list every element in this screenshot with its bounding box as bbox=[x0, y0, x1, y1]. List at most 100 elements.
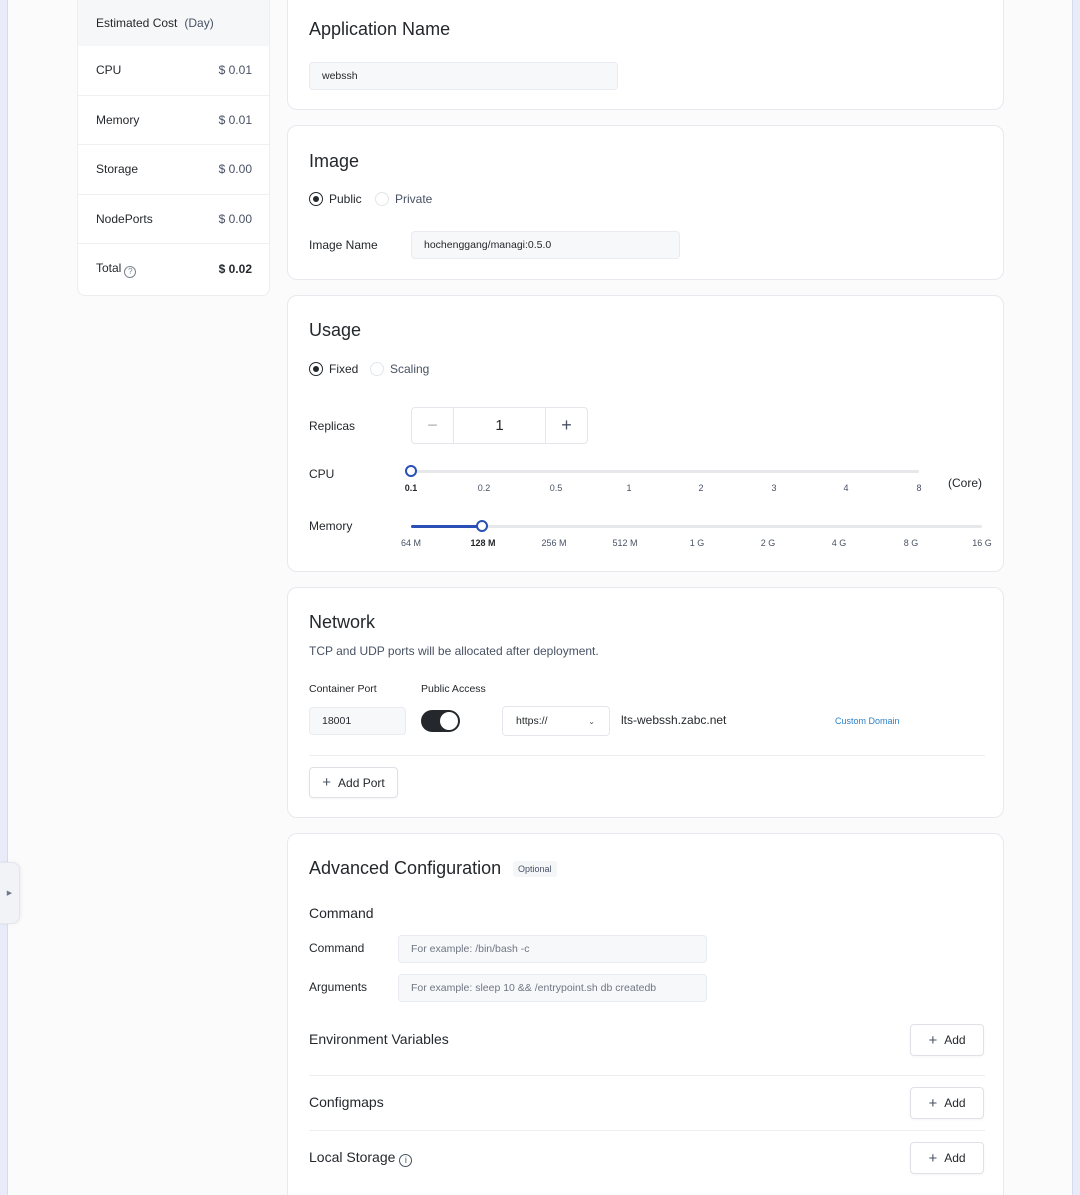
cost-row-value: $ 0.00 bbox=[218, 212, 252, 227]
cost-row-value: $ 0.01 bbox=[218, 112, 252, 127]
add-label: Add bbox=[944, 1096, 966, 1110]
plus-icon: + bbox=[928, 1031, 938, 1049]
cost-row-nodeports: NodePorts $ 0.00 bbox=[78, 195, 269, 245]
arguments-label: Arguments bbox=[309, 980, 368, 994]
memory-slider-fill bbox=[411, 525, 483, 528]
cost-row-value: $ 0.00 bbox=[218, 162, 252, 177]
cpu-tick: 0.2 bbox=[477, 483, 491, 493]
image-private-label: Private bbox=[395, 192, 433, 206]
image-name-input[interactable]: hochenggang/managi:0.5.0 bbox=[411, 231, 680, 259]
network-description: TCP and UDP ports will be allocated afte… bbox=[309, 644, 599, 658]
cost-total-value: $ 0.02 bbox=[218, 262, 252, 277]
cpu-slider-track[interactable] bbox=[411, 470, 919, 473]
decrement-button[interactable]: − bbox=[412, 408, 454, 443]
image-private-radio[interactable]: Private bbox=[375, 192, 432, 206]
plus-icon: + bbox=[928, 1094, 938, 1112]
cost-header: Estimated Cost (Day) bbox=[78, 0, 269, 46]
memory-slider-thumb[interactable] bbox=[476, 520, 488, 532]
cpu-label: CPU bbox=[309, 467, 335, 481]
usage-title: Usage bbox=[309, 320, 362, 340]
command-input[interactable]: For example: /bin/bash -c bbox=[398, 935, 707, 963]
public-access-label: Public Access bbox=[421, 683, 486, 695]
memory-tick: 16 G bbox=[972, 538, 992, 548]
usage-scaling-label: Scaling bbox=[390, 362, 430, 376]
cpu-tick: 1 bbox=[626, 483, 632, 493]
memory-tick: 8 G bbox=[903, 538, 919, 548]
cost-row-label: Memory bbox=[96, 112, 140, 127]
command-section-title: Command bbox=[309, 905, 374, 921]
optional-badge: Optional bbox=[513, 861, 557, 877]
window-left-frame bbox=[0, 0, 8, 1195]
image-title: Image bbox=[309, 151, 360, 171]
usage-fixed-label: Fixed bbox=[329, 362, 359, 376]
advanced-config-title: Advanced Configuration bbox=[309, 858, 502, 878]
info-icon[interactable]: i bbox=[399, 1154, 413, 1167]
application-name-card: Application Name webssh bbox=[287, 0, 1004, 110]
question-circle-icon[interactable]: ? bbox=[124, 265, 137, 278]
cpu-slider-thumb[interactable] bbox=[405, 465, 417, 477]
image-name-label: Image Name bbox=[309, 238, 378, 252]
application-name-input[interactable]: webssh bbox=[309, 62, 618, 90]
cost-row-cpu: CPU $ 0.01 bbox=[78, 46, 269, 96]
divider bbox=[309, 1130, 985, 1131]
radio-checked-icon bbox=[309, 192, 323, 206]
cost-row-label: NodePorts bbox=[96, 212, 153, 227]
add-configmap-button[interactable]: + Add bbox=[910, 1087, 984, 1119]
chevron-down-icon: ⌄ bbox=[588, 716, 595, 726]
plus-icon: + bbox=[928, 1149, 938, 1167]
radio-checked-icon bbox=[309, 362, 323, 376]
custom-domain-link[interactable]: Custom Domain bbox=[835, 716, 900, 726]
cpu-tick: 4 bbox=[843, 483, 849, 493]
plus-icon: + bbox=[322, 774, 332, 791]
image-public-radio[interactable]: Public bbox=[309, 192, 362, 206]
container-port-input[interactable]: 18001 bbox=[309, 707, 406, 735]
increment-button[interactable]: + bbox=[545, 408, 587, 443]
cost-total-label: Total bbox=[96, 260, 122, 275]
replicas-value[interactable]: 1 bbox=[454, 408, 545, 443]
local-storage-label: Local Storage bbox=[309, 1149, 396, 1165]
sidebar-toggle-handle[interactable]: ▶ bbox=[0, 862, 20, 924]
window-right-frame bbox=[1072, 0, 1080, 1195]
cpu-tick: 0.5 bbox=[549, 483, 563, 493]
add-label: Add bbox=[944, 1151, 966, 1165]
memory-tick: 64 M bbox=[400, 538, 422, 548]
network-title: Network bbox=[309, 612, 376, 632]
arguments-input[interactable]: For example: sleep 10 && /entrypoint.sh … bbox=[398, 974, 707, 1002]
cost-row-label: Storage bbox=[96, 162, 139, 177]
protocol-value: https:// bbox=[516, 715, 548, 727]
usage-fixed-radio[interactable]: Fixed bbox=[309, 362, 358, 376]
cpu-unit: (Core) bbox=[948, 476, 983, 490]
add-env-button[interactable]: + Add bbox=[910, 1024, 984, 1056]
replicas-stepper: − 1 + bbox=[411, 407, 588, 444]
caret-right-icon: ▶ bbox=[6, 890, 13, 897]
add-storage-button[interactable]: + Add bbox=[910, 1142, 984, 1174]
cpu-tick: 8 bbox=[916, 483, 922, 493]
plus-icon: + bbox=[561, 415, 572, 435]
public-domain: lts-webssh.zabc.net bbox=[621, 713, 727, 727]
command-label: Command bbox=[309, 941, 365, 955]
add-port-button[interactable]: + Add Port bbox=[309, 767, 398, 798]
advanced-config-card: Advanced Configuration Optional Command … bbox=[287, 833, 1004, 1195]
memory-tick: 2 G bbox=[760, 538, 776, 548]
memory-tick: 4 G bbox=[831, 538, 847, 548]
protocol-select[interactable]: https:// ⌄ bbox=[502, 706, 610, 736]
cost-header-unit: (Day) bbox=[184, 16, 214, 30]
application-name-title: Application Name bbox=[309, 19, 451, 39]
configmaps-title: Configmaps bbox=[309, 1094, 384, 1110]
cost-row-value: $ 0.01 bbox=[218, 63, 252, 78]
divider bbox=[309, 755, 985, 756]
network-card: Network TCP and UDP ports will be alloca… bbox=[287, 587, 1004, 818]
usage-card: Usage Fixed Scaling Replicas − 1 + CPU 0… bbox=[287, 295, 1004, 572]
cost-total-label-wrap: Total? bbox=[96, 260, 137, 278]
usage-scaling-radio[interactable]: Scaling bbox=[370, 362, 429, 376]
memory-slider-track[interactable] bbox=[411, 525, 982, 528]
cost-row-label: CPU bbox=[96, 63, 122, 78]
radio-unchecked-icon bbox=[375, 192, 389, 206]
memory-tick: 256 M bbox=[541, 538, 567, 548]
memory-label: Memory bbox=[309, 519, 353, 533]
public-access-toggle[interactable] bbox=[421, 710, 460, 732]
memory-tick: 512 M bbox=[612, 538, 638, 548]
add-label: Add bbox=[944, 1033, 966, 1047]
environment-variables-title: Environment Variables bbox=[309, 1031, 449, 1047]
cost-row-memory: Memory $ 0.01 bbox=[78, 96, 269, 146]
